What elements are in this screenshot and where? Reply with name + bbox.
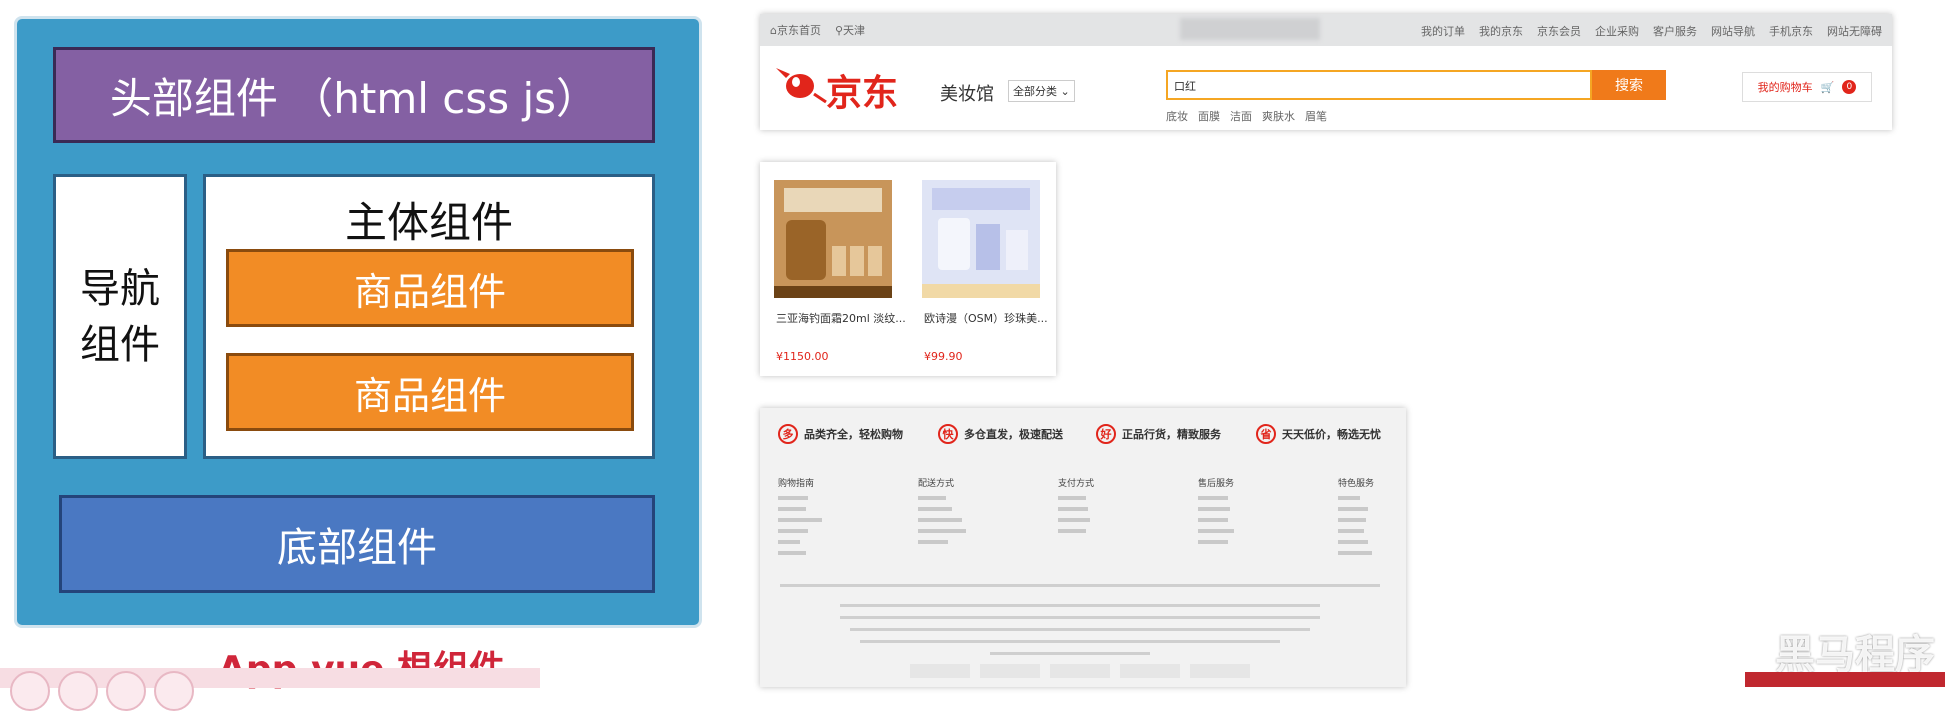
- nav-label-line2: 组件: [80, 321, 160, 368]
- footer-license-line: [850, 628, 1310, 631]
- promise-item: 多 品类齐全，轻松购物: [778, 424, 903, 444]
- jd-header-screenshot: ⌂ 京东首页 ⚲ 天津 我的订单 我的京东 京东会员 企业采购 客户服务 网站导…: [760, 14, 1892, 130]
- search-button[interactable]: 搜索: [1592, 70, 1666, 100]
- goods-component-box: 商品组件: [226, 353, 634, 431]
- footer-column: 支付方式: [1058, 476, 1178, 540]
- promise-icon: 快: [938, 424, 958, 444]
- hot-word-link[interactable]: 眉笔: [1305, 108, 1327, 124]
- category-select[interactable]: 全部分类 ⌄: [1008, 80, 1075, 102]
- certificate-badge[interactable]: [980, 664, 1040, 678]
- promise-icon: 好: [1096, 424, 1116, 444]
- decorative-circle: [106, 671, 146, 711]
- search-input[interactable]: 口红: [1166, 70, 1592, 100]
- chevron-down-icon: ⌄: [1060, 85, 1070, 98]
- location-text[interactable]: 天津: [843, 22, 865, 38]
- footer-column-title: 配送方式: [918, 479, 955, 489]
- cart-label: 我的购物车: [1757, 81, 1813, 94]
- footer-links-row: [780, 584, 1380, 587]
- footer-column: 购物指南: [778, 476, 898, 562]
- main-component-box: 主体组件 商品组件 商品组件: [203, 174, 655, 459]
- main-component-title: 主体组件: [344, 198, 513, 247]
- certificate-badge[interactable]: [1120, 664, 1180, 678]
- promise-text: 多仓直发，极速配送: [964, 428, 1063, 441]
- topbar-link[interactable]: 企业采购: [1595, 23, 1639, 39]
- footer-column-title: 支付方式: [1058, 479, 1095, 489]
- decorative-circle: [58, 671, 98, 711]
- promise-icon: 省: [1256, 424, 1276, 444]
- footer-license-line: [840, 616, 1320, 619]
- decorative-circle: [10, 671, 50, 711]
- promise-icon: 多: [778, 424, 798, 444]
- home-link[interactable]: 京东首页: [777, 22, 821, 38]
- blurred-username: [1180, 18, 1320, 40]
- promise-text: 天天低价，畅选无忧: [1282, 428, 1381, 441]
- decorative-circle: [154, 671, 194, 711]
- goods-component-box: 商品组件: [226, 249, 634, 327]
- jd-topbar: ⌂ 京东首页 ⚲ 天津 我的订单 我的京东 京东会员 企业采购 客户服务 网站导…: [760, 14, 1892, 46]
- topbar-links: 我的订单 我的京东 京东会员 企业采购 客户服务 网站导航 手机京东 网站无障碍: [1421, 23, 1882, 39]
- topbar-link[interactable]: 手机京东: [1769, 23, 1813, 39]
- cart-count-badge: 0: [1842, 80, 1857, 94]
- certificate-badge[interactable]: [1050, 664, 1110, 678]
- corner-banner: [1745, 672, 1945, 687]
- certificate-badge[interactable]: [910, 664, 970, 678]
- jd-logo-text[interactable]: 京东: [826, 64, 898, 116]
- product-image[interactable]: [922, 180, 1040, 298]
- hot-word-link[interactable]: 面膜: [1198, 108, 1220, 124]
- topbar-link[interactable]: 网站无障碍: [1827, 23, 1882, 39]
- product-title[interactable]: 欧诗漫（OSM）珍珠美...: [924, 310, 1048, 326]
- hot-words: 底妆 面膜 洁面 爽肤水 眉笔: [1166, 108, 1327, 124]
- topbar-link[interactable]: 我的订单: [1421, 23, 1465, 39]
- cart-button[interactable]: 我的购物车 🛒 0: [1742, 72, 1872, 102]
- topbar-link[interactable]: 我的京东: [1479, 23, 1523, 39]
- footer-column-title: 购物指南: [778, 479, 815, 489]
- home-icon: ⌂: [770, 23, 777, 37]
- certificate-badge[interactable]: [1190, 664, 1250, 678]
- component-diagram: 头部组件 （html css js） 导航 组件 主体组件 商品组件 商品组件 …: [14, 16, 702, 628]
- hot-word-link[interactable]: 底妆: [1166, 108, 1188, 124]
- footer-column-title: 特色服务: [1338, 479, 1375, 489]
- topbar-link[interactable]: 网站导航: [1711, 23, 1755, 39]
- location-pin-icon: ⚲: [834, 23, 844, 37]
- header-component-box: 头部组件 （html css js）: [53, 47, 655, 143]
- product-card[interactable]: 三亚海钓面霜20ml 淡纹... ¥1150.00: [760, 170, 906, 366]
- product-price: ¥1150.00: [776, 350, 829, 363]
- product-title[interactable]: 三亚海钓面霜20ml 淡纹...: [776, 310, 906, 326]
- cart-icon: 🛒: [1820, 80, 1835, 94]
- footer-license-line: [990, 652, 1150, 655]
- product-list-screenshot: 三亚海钓面霜20ml 淡纹... ¥1150.00 欧诗漫（OSM）珍珠美...…: [760, 162, 1056, 376]
- promise-item: 快 多仓直发，极速配送: [938, 424, 1063, 444]
- product-image[interactable]: [774, 180, 892, 298]
- hot-word-link[interactable]: 爽肤水: [1262, 108, 1295, 124]
- footer-license-line: [840, 604, 1320, 607]
- product-price: ¥99.90: [924, 350, 963, 363]
- footer-column: 特色服务: [1338, 476, 1458, 562]
- promise-item: 好 正品行货，精致服务: [1096, 424, 1221, 444]
- nav-label-line1: 导航: [80, 265, 160, 312]
- category-select-value: 全部分类: [1013, 85, 1057, 98]
- footer-license-line: [860, 640, 1280, 643]
- channel-name: 美妆馆: [940, 84, 994, 105]
- promise-text: 正品行货，精致服务: [1122, 428, 1221, 441]
- promise-item: 省 天天低价，畅选无忧: [1256, 424, 1381, 444]
- footer-column: 售后服务: [1198, 476, 1318, 551]
- product-card[interactable]: 欧诗漫（OSM）珍珠美... ¥99.90: [908, 170, 1048, 366]
- footer-column: 配送方式: [918, 476, 1038, 551]
- topbar-link[interactable]: 客户服务: [1653, 23, 1697, 39]
- promise-text: 品类齐全，轻松购物: [804, 428, 903, 441]
- hot-word-link[interactable]: 洁面: [1230, 108, 1252, 124]
- topbar-link[interactable]: 京东会员: [1537, 23, 1581, 39]
- footer-column-title: 售后服务: [1198, 479, 1235, 489]
- footer-component-box: 底部组件: [59, 495, 655, 593]
- jd-footer-screenshot: 多 品类齐全，轻松购物 快 多仓直发，极速配送 好 正品行货，精致服务 省 天天…: [760, 408, 1406, 687]
- nav-component-box: 导航 组件: [53, 174, 187, 459]
